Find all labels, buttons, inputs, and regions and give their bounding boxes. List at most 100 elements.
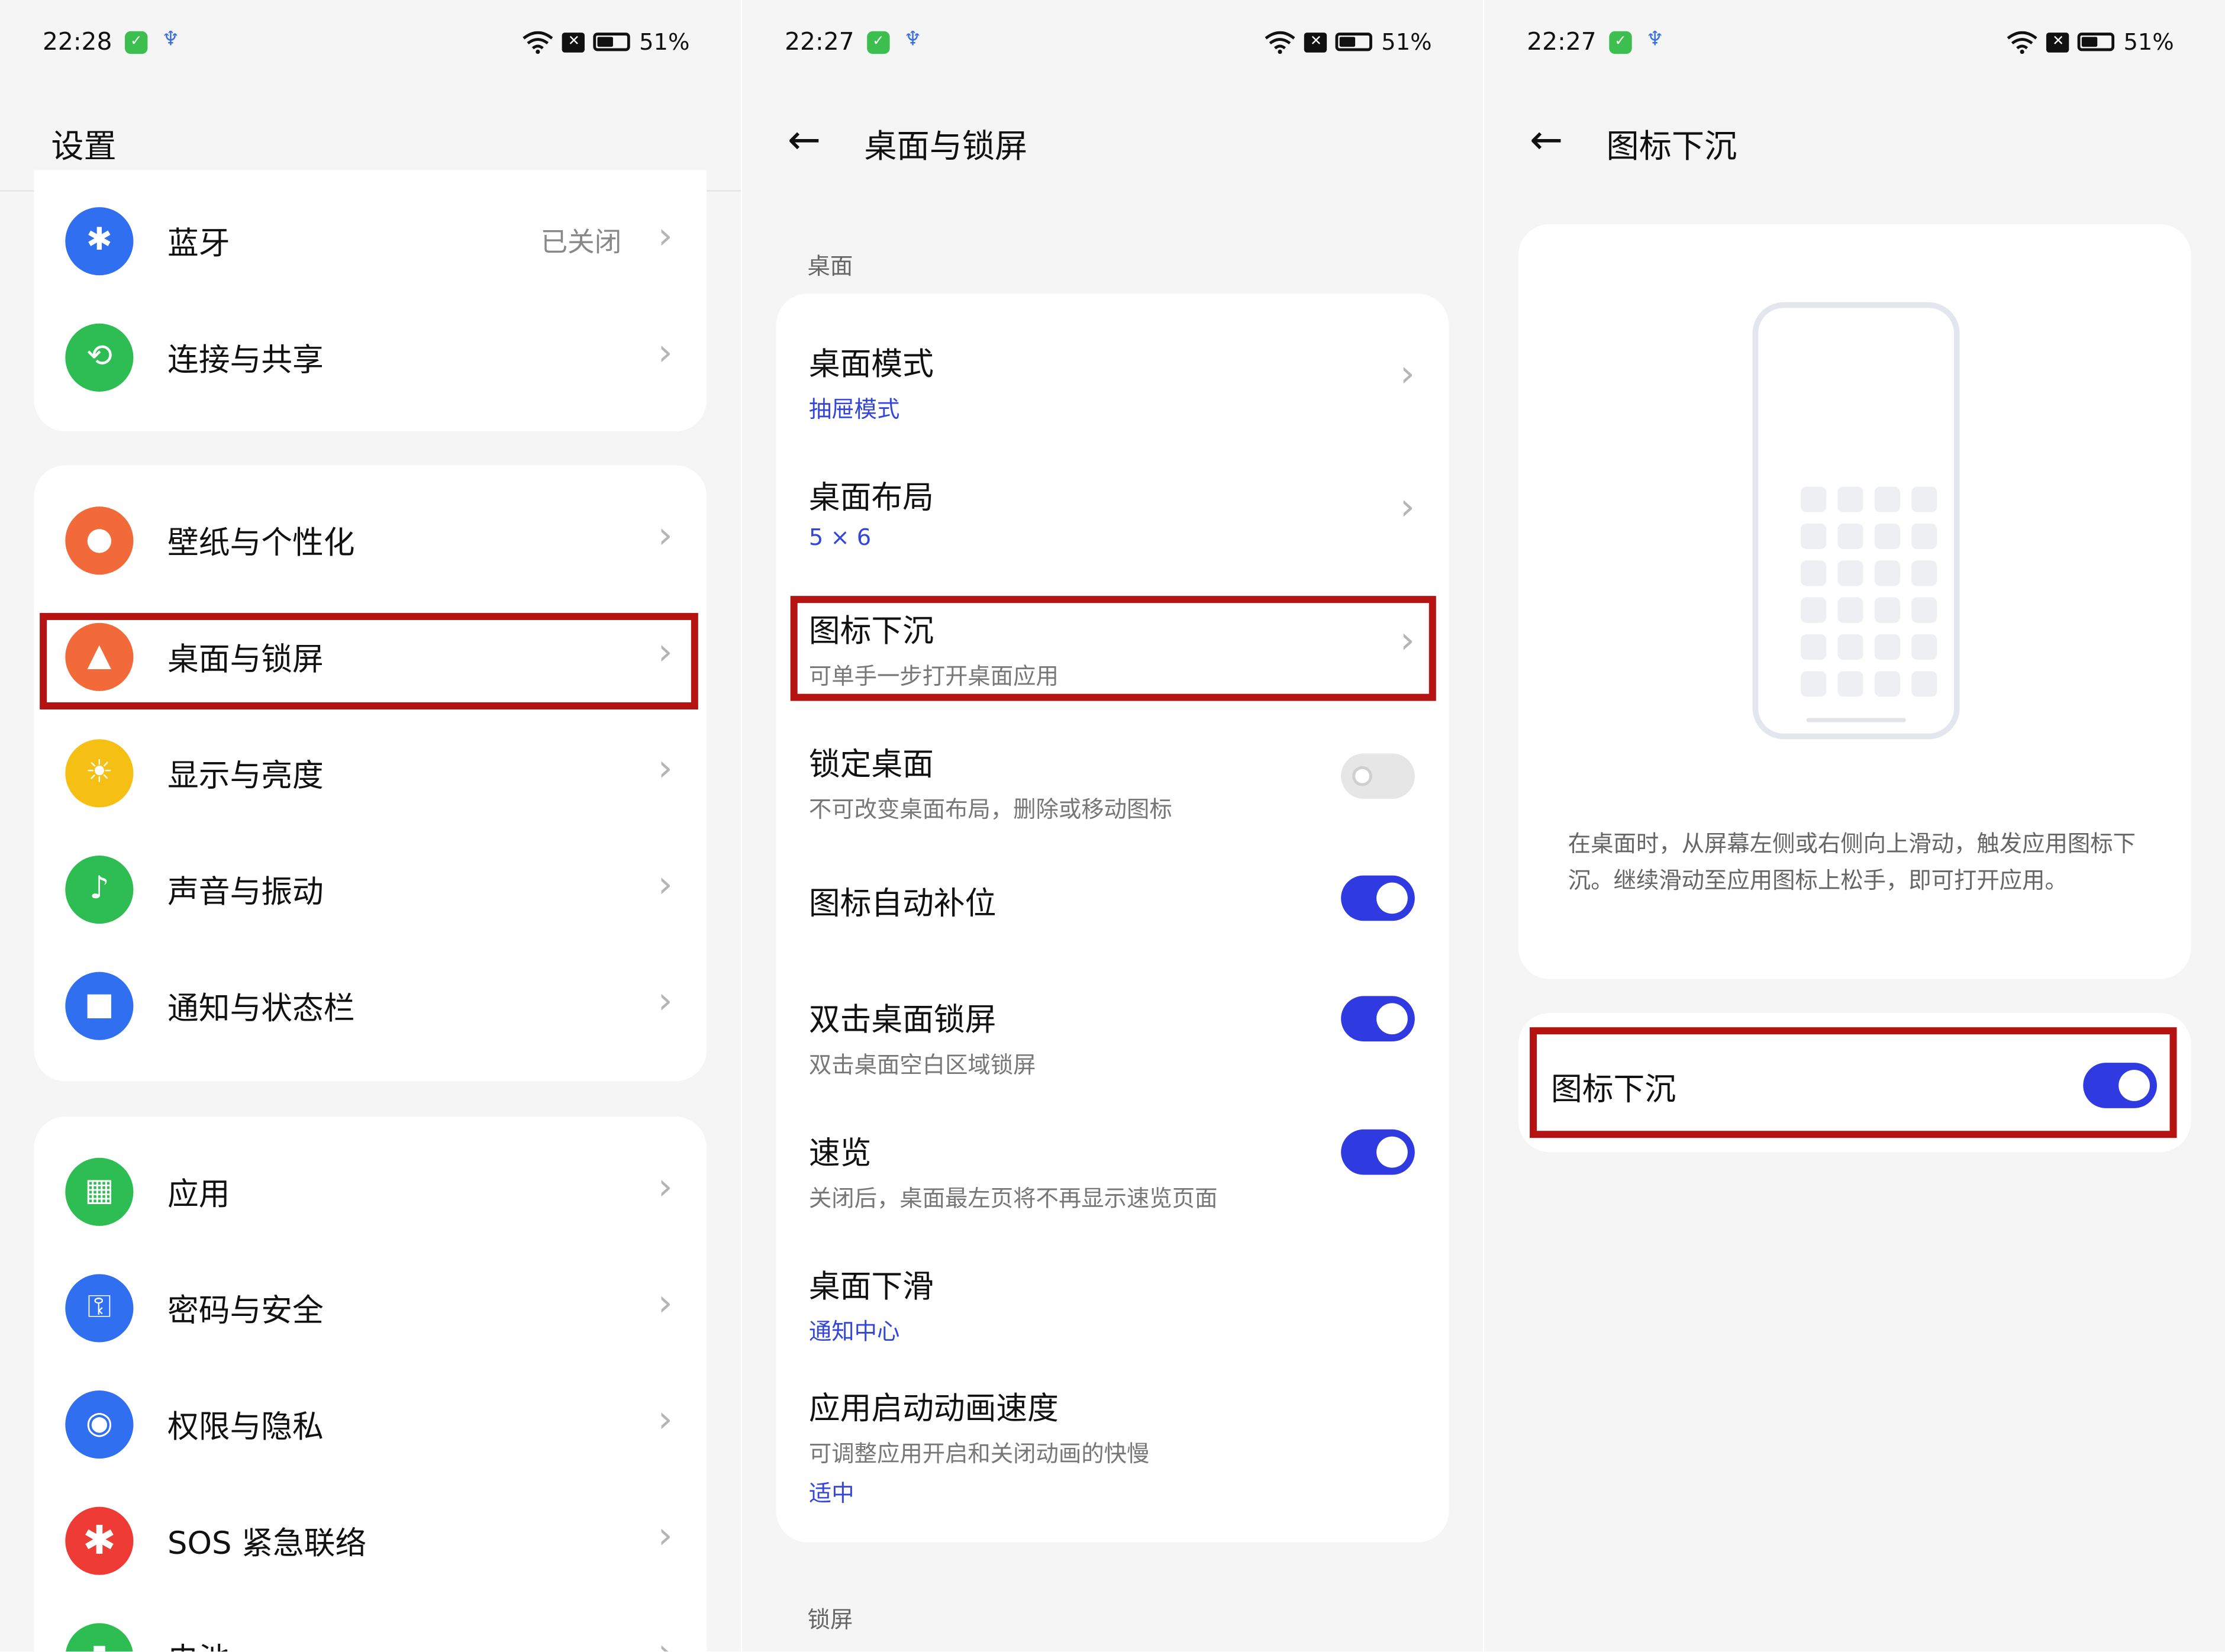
row-double-tap-lock: 双击桌面锁屏 双击桌面空白区域锁屏	[776, 960, 1449, 1093]
wifi-icon	[2007, 30, 2038, 53]
settings-group-3: ▦ 应用 › ⚿ 密码与安全 › ◉ 权限与隐私 › ✱ SOS 紧急联络 › …	[34, 1117, 707, 1652]
row-value: 5 × 6	[808, 523, 872, 551]
battery-percent: 51%	[2123, 28, 2174, 56]
back-arrow-icon[interactable]: ←	[1530, 117, 1563, 163]
page-title: 桌面与锁屏	[864, 129, 1028, 166]
battery-percent: 51%	[1381, 28, 1432, 56]
chevron-right-icon: ›	[657, 747, 673, 790]
chevron-right-icon: ›	[657, 1282, 673, 1325]
row-subtitle: 双击桌面空白区域锁屏	[808, 1051, 1036, 1079]
row-desktop-layout[interactable]: 桌面布局 5 × 6 ›	[776, 427, 1449, 560]
home-indicator	[1806, 718, 1906, 722]
settings-item-label: 权限与隐私	[167, 1410, 324, 1446]
row-animation-speed[interactable]: 应用启动动画速度 可调整应用开启和关闭动画的快慢 适中	[776, 1361, 1449, 1543]
row-title: 图标自动补位	[808, 886, 997, 922]
sim-off-icon: ✕	[2046, 31, 2070, 52]
row-desktop-swipe-down[interactable]: 桌面下滑 通知中心	[776, 1227, 1449, 1360]
row-title: 应用启动动画速度	[808, 1392, 1059, 1428]
settings-item-apps[interactable]: ▦ 应用 ›	[34, 1135, 707, 1248]
chevron-right-icon: ›	[1400, 353, 1415, 396]
double-tap-lock-toggle[interactable]	[1341, 996, 1415, 1042]
settings-item-bluetooth[interactable]: ✱ 蓝牙 已关闭 ›	[34, 185, 707, 298]
battery-status-icon	[2078, 33, 2116, 51]
notification-icon: ■	[65, 972, 134, 1040]
row-subtitle: 关闭后，桌面最左页将不再显示速览页面	[808, 1185, 1218, 1212]
icon-sink-panel: 22:27 ✓ ♆ ✕ 51% ← 图标下沉 在桌面时，从屏幕左侧或右侧向上滑动…	[1484, 0, 2225, 1652]
sim-off-icon: ✕	[562, 31, 586, 52]
row-title: 桌面模式	[808, 347, 934, 383]
settings-item-label: 电池	[167, 1634, 230, 1651]
settings-item-connection[interactable]: ⟲ 连接与共享 ›	[34, 301, 707, 414]
settings-item-label: 显示与亮度	[167, 759, 324, 795]
settings-item-label: 连接与共享	[167, 343, 324, 379]
wifi-icon	[523, 30, 554, 53]
battery-percent: 51%	[639, 28, 690, 56]
phone-illustration	[1752, 302, 1960, 740]
status-bar: 22:27 ✓ ♆ ✕ 51%	[742, 0, 1483, 85]
status-right: ✕ 51%	[1265, 28, 1432, 56]
page-title: 设置	[51, 129, 117, 166]
settings-group-2: ● 壁纸与个性化 › ▲ 桌面与锁屏 › ☀ 显示与亮度 › ♪ 声音与振动 ›…	[34, 465, 707, 1082]
chevron-right-icon: ›	[658, 1632, 673, 1652]
chevron-right-icon: ›	[657, 1166, 673, 1209]
app-notification-icon: ♆	[1646, 28, 1664, 51]
section-header-lock: 锁屏	[807, 1606, 853, 1634]
status-right: ✕ 51%	[2007, 28, 2174, 56]
app-notification-icon: ♆	[162, 28, 180, 51]
status-time: 22:28	[42, 28, 112, 57]
privacy-eye-icon: ◉	[65, 1390, 134, 1459]
highlight-box	[790, 596, 1436, 701]
desktop-lock-panel: 22:27 ✓ ♆ ✕ 51% ← 桌面与锁屏 桌面 桌面模式 抽屉模式 › 桌…	[742, 0, 1483, 1652]
chevron-right-icon: ›	[657, 864, 673, 907]
bell-icon: ♪	[65, 855, 134, 924]
status-bar: 22:27 ✓ ♆ ✕ 51%	[1484, 0, 2225, 85]
battery-icon: ▮	[65, 1623, 134, 1652]
screenshot-root: 22:28 ✓ ♆ ✕ 51% 设置 ✱ 蓝牙 已关闭 › ⟲ 连接与共享 › …	[0, 0, 2225, 1652]
settings-item-privacy[interactable]: ◉ 权限与隐私 ›	[34, 1368, 707, 1482]
settings-item-sound[interactable]: ♪ 声音与振动 ›	[34, 833, 707, 947]
settings-item-password[interactable]: ⚿ 密码与安全 ›	[34, 1251, 707, 1365]
row-title: 速览	[808, 1136, 872, 1172]
desktop-settings-card: 桌面模式 抽屉模式 › 桌面布局 5 × 6 › 图标下沉 可单手一步打开桌面应…	[776, 293, 1449, 1543]
shield-icon: ✓	[867, 31, 890, 54]
settings-item-battery[interactable]: ▮ 电池 ›	[34, 1601, 707, 1652]
row-lock-desktop: 锁定桌面 不可改变桌面布局，删除或移动图标	[776, 694, 1449, 827]
settings-panel: 22:28 ✓ ♆ ✕ 51% 设置 ✱ 蓝牙 已关闭 › ⟲ 连接与共享 › …	[0, 0, 741, 1652]
shield-icon: ✓	[1609, 31, 1632, 54]
highlight-box	[1530, 1027, 2177, 1138]
row-title: 桌面下滑	[808, 1270, 934, 1306]
row-value: 适中	[808, 1480, 854, 1507]
settings-item-label: 蓝牙	[167, 227, 230, 263]
chevron-right-icon: ›	[657, 515, 673, 558]
settings-item-label: 声音与振动	[167, 875, 324, 911]
sun-icon: ☀	[65, 739, 134, 808]
status-right: ✕ 51%	[523, 28, 690, 56]
quick-view-toggle[interactable]	[1341, 1129, 1415, 1175]
settings-item-sos[interactable]: ✱ SOS 紧急联络 ›	[34, 1484, 707, 1598]
chevron-right-icon: ›	[657, 1399, 673, 1442]
key-icon: ⚿	[65, 1274, 134, 1343]
row-subtitle: 不可改变桌面布局，删除或移动图标	[808, 796, 1172, 823]
settings-item-notification[interactable]: ■ 通知与状态栏 ›	[34, 949, 707, 1063]
settings-item-label: 应用	[167, 1177, 230, 1214]
chevron-right-icon: ›	[657, 332, 673, 375]
back-arrow-icon[interactable]: ←	[788, 117, 821, 163]
row-quick-view: 速览 关闭后，桌面最左页将不再显示速览页面	[776, 1094, 1449, 1227]
feature-description: 在桌面时，从屏幕左侧或右侧向上滑动，触发应用图标下沉。继续滑动至应用图标上松手，…	[1568, 830, 2136, 894]
row-desktop-mode[interactable]: 桌面模式 抽屉模式 ›	[776, 293, 1449, 427]
sim-off-icon: ✕	[1304, 31, 1328, 52]
auto-fill-toggle[interactable]	[1341, 875, 1415, 921]
row-title: 双击桌面锁屏	[808, 1003, 997, 1039]
bluetooth-icon: ✱	[65, 207, 134, 276]
settings-item-label: 通知与状态栏	[167, 992, 355, 1028]
app-notification-icon: ♆	[904, 28, 922, 51]
row-value: 通知中心	[808, 1318, 900, 1346]
shield-icon: ✓	[125, 31, 148, 54]
settings-item-display[interactable]: ☀ 显示与亮度 ›	[34, 717, 707, 830]
settings-item-label: SOS 紧急联络	[167, 1527, 367, 1563]
app-icon-grid	[1801, 486, 1937, 697]
settings-item-label: 密码与安全	[167, 1293, 324, 1330]
settings-item-wallpaper[interactable]: ● 壁纸与个性化 ›	[34, 484, 707, 598]
lock-desktop-toggle[interactable]	[1341, 753, 1415, 799]
palette-icon: ●	[65, 506, 134, 575]
